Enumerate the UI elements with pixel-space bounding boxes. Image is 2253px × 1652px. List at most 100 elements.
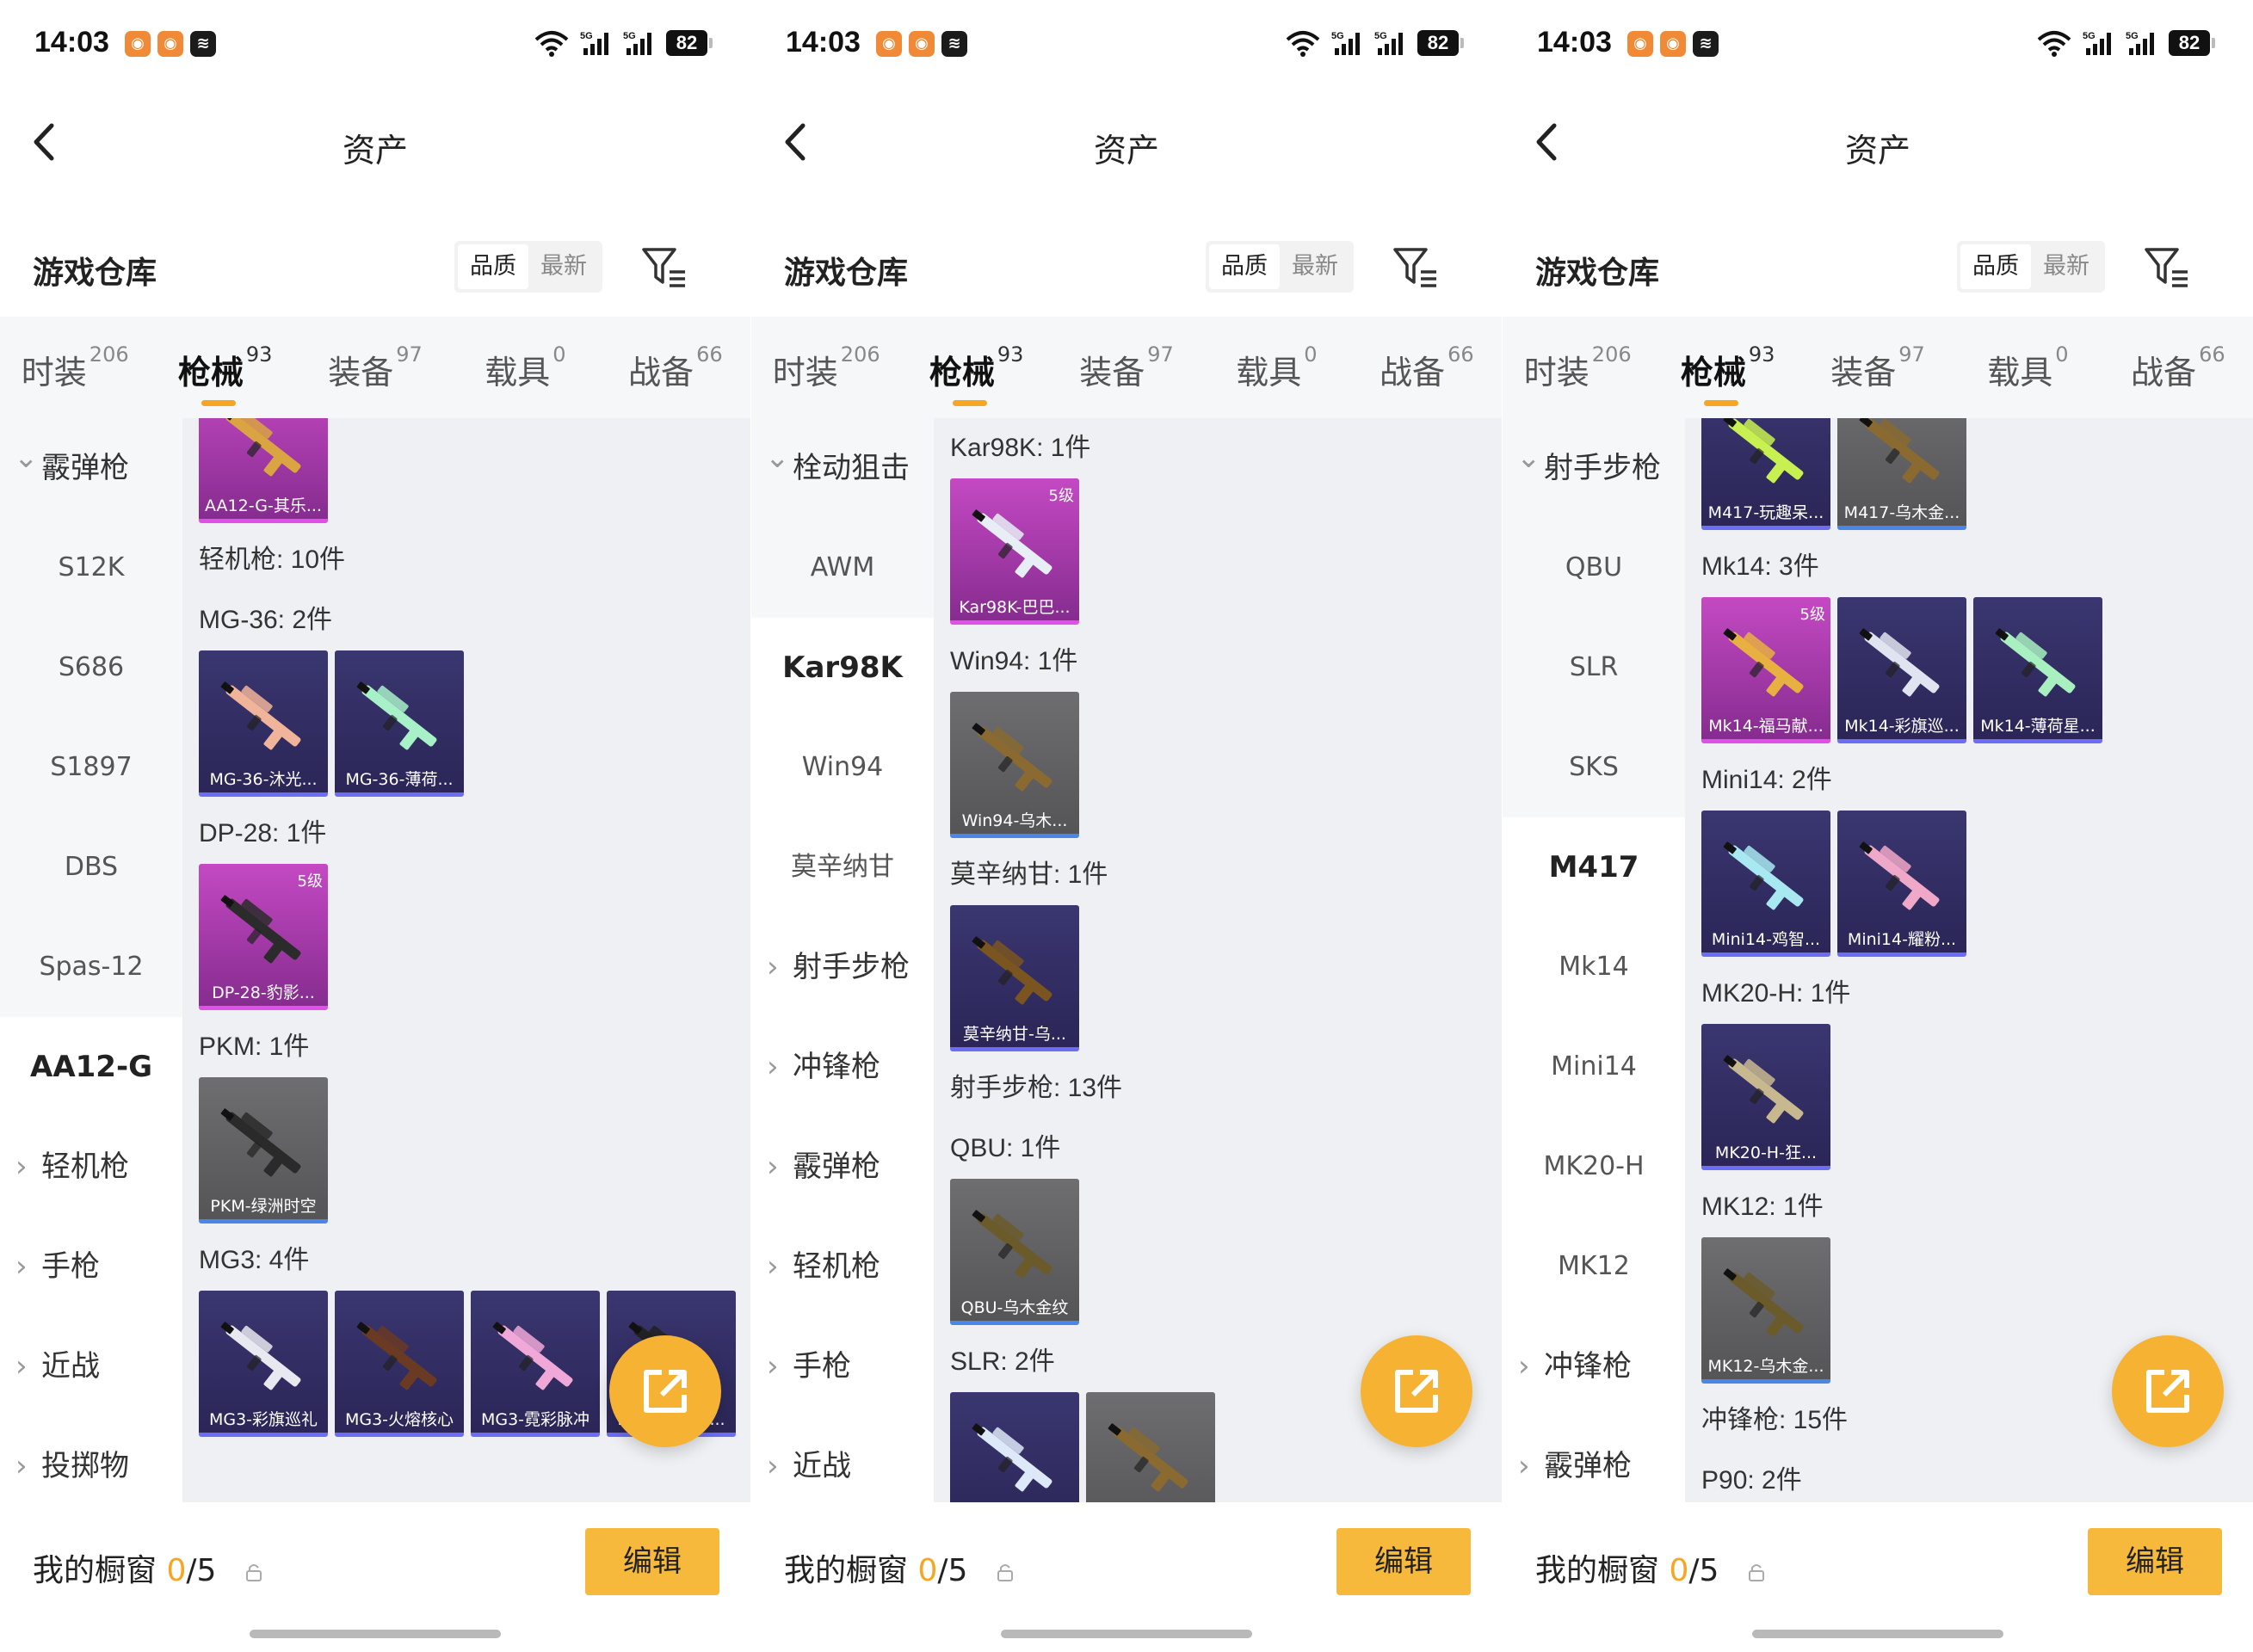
sidebar-item[interactable]: SLR (1503, 618, 1685, 718)
tab-3[interactable]: 载具 0 (450, 317, 600, 418)
weapon-card[interactable]: 莫辛纳甘-乌... (950, 905, 1079, 1051)
showcase-count: 0 (917, 1553, 938, 1588)
tab-4[interactable]: 战备 66 (2103, 317, 2253, 418)
sort-quality-button[interactable]: 品质 (1960, 244, 2031, 289)
sort-quality-button[interactable]: 品质 (458, 244, 528, 289)
weapon-card[interactable]: 5级 Mk14-福马献... (1701, 597, 1830, 743)
filter-icon[interactable] (640, 244, 688, 291)
sort-quality-button[interactable]: 品质 (1209, 244, 1280, 289)
tab-4[interactable]: 战备 66 (601, 317, 750, 418)
sidebar-item[interactable]: Mini14 (1503, 1017, 1685, 1117)
sidebar-item[interactable]: SKS (1503, 718, 1685, 817)
sidebar-group[interactable]: 霰弹枪 (0, 418, 182, 518)
sort-latest-button[interactable]: 最新 (1280, 244, 1350, 289)
weapon-card[interactable]: MK20-H-狂... (1701, 1024, 1830, 1170)
edit-button[interactable]: 编辑 (1336, 1528, 1471, 1595)
sidebar-item[interactable]: Spas-12 (0, 917, 182, 1017)
sidebar-group[interactable]: 霰弹枪 (1503, 1416, 1685, 1502)
sidebar-group[interactable]: 射手步枪 (1503, 418, 1685, 518)
sidebar-group[interactable]: 手枪 (751, 1316, 934, 1416)
share-button[interactable] (609, 1335, 721, 1447)
sidebar-item[interactable]: Win94 (751, 718, 934, 817)
sidebar-item[interactable]: S1897 (0, 718, 182, 817)
signal-5g-icon: 5G (2126, 31, 2154, 55)
sort-latest-button[interactable]: 最新 (528, 244, 599, 289)
weapon-card[interactable]: Win94-乌木... (950, 692, 1079, 838)
sidebar-item[interactable]: 莫辛纳甘 (751, 817, 934, 917)
tab-label: 战备 (1380, 354, 1446, 391)
weapon-card[interactable]: MG-36-沐光... (199, 650, 328, 797)
sidebar-group[interactable]: 手枪 (0, 1217, 182, 1316)
share-button[interactable] (2112, 1335, 2224, 1447)
edit-button[interactable]: 编辑 (585, 1528, 719, 1595)
weapon-card[interactable]: Mk14-彩旗巡... (1837, 597, 1966, 743)
share-button[interactable] (1361, 1335, 1472, 1447)
sidebar-item[interactable]: S686 (0, 618, 182, 718)
tab-1[interactable]: 枪械 93 (150, 317, 299, 418)
weapon-card[interactable]: MG3-火熔核心 (335, 1291, 464, 1437)
weapon-card[interactable]: MG3-霓彩脉冲 (471, 1291, 600, 1437)
weapon-name: MG-36-沐光... (209, 770, 318, 789)
tab-0[interactable]: 时装 206 (751, 317, 901, 418)
sidebar-item[interactable]: AA12-G (0, 1017, 182, 1117)
tab-0[interactable]: 时装 206 (0, 317, 150, 418)
sidebar-group[interactable]: 霰弹枪 (751, 1117, 934, 1217)
weapon-card[interactable]: Mk14-薄荷星... (1973, 597, 2102, 743)
filter-icon[interactable] (2143, 244, 2191, 291)
section-header: 游戏仓库 品质 最新 (751, 224, 1502, 310)
tab-2[interactable]: 装备 97 (300, 317, 450, 418)
weapon-card[interactable]: M417-玩趣呆... (1701, 418, 1830, 530)
sidebar-item[interactable]: Kar98K (751, 618, 934, 718)
tab-0[interactable]: 时装 206 (1503, 317, 1652, 418)
weapon-image (972, 509, 1052, 578)
weapon-card[interactable]: MG3-彩旗巡礼 (199, 1291, 328, 1437)
weapon-card[interactable]: PKM-绿洲时空 (199, 1077, 328, 1224)
weapon-card[interactable]: MG-36-薄荷... (335, 650, 464, 797)
tab-1[interactable]: 枪械 93 (1652, 317, 1802, 418)
weapon-card[interactable]: QBU-乌木金纹 (950, 1179, 1079, 1325)
sidebar-group[interactable]: 投掷物 (0, 1416, 182, 1502)
sidebar-group[interactable]: 近战 (0, 1316, 182, 1416)
tab-2[interactable]: 装备 97 (1052, 317, 1201, 418)
sidebar-item[interactable]: DBS (0, 817, 182, 917)
weapon-card[interactable] (950, 1392, 1079, 1502)
tab-3[interactable]: 载具 0 (1953, 317, 2102, 418)
sidebar-item[interactable]: MK20-H (1503, 1117, 1685, 1217)
sidebar-item[interactable]: Mk14 (1503, 917, 1685, 1017)
sidebar-item[interactable]: M417 (1503, 817, 1685, 917)
sidebar-group[interactable]: 轻机枪 (751, 1217, 934, 1316)
weapon-card[interactable]: M417-乌木金... (1837, 418, 1966, 530)
edit-button[interactable]: 编辑 (2088, 1528, 2222, 1595)
card-row: 莫辛纳甘-乌... (950, 905, 1501, 1051)
filter-icon[interactable] (1392, 244, 1440, 291)
sidebar-group[interactable]: 冲锋枪 (1503, 1316, 1685, 1416)
tab-3[interactable]: 载具 0 (1201, 317, 1351, 418)
sidebar-item[interactable]: QBU (1503, 518, 1685, 618)
weapon-name: DP-28-豹影... (212, 983, 315, 1002)
weapon-sidebar: 栓动狙击AWMKar98KWin94莫辛纳甘射手步枪冲锋枪霰弹枪轻机枪手枪近战 (751, 418, 934, 1502)
tab-1[interactable]: 枪械 93 (901, 317, 1051, 418)
sidebar-item[interactable]: MK12 (1503, 1217, 1685, 1316)
weapon-card[interactable]: Mini14-鸡智... (1701, 811, 1830, 957)
sort-latest-button[interactable]: 最新 (2031, 244, 2102, 289)
weapon-card[interactable]: Mini14-耀粉... (1837, 811, 1966, 957)
app-icon: ≋ (941, 31, 967, 57)
svg-text:5G: 5G (2126, 31, 2139, 41)
tab-4[interactable]: 战备 66 (1352, 317, 1502, 418)
sidebar-item[interactable]: AWM (751, 518, 934, 618)
weapon-card[interactable]: 5级AA12-G-其乐... (199, 418, 328, 523)
weapon-card[interactable]: MK12-乌木金... (1701, 1237, 1830, 1384)
sidebar-group[interactable]: 轻机枪 (0, 1117, 182, 1217)
weapon-card[interactable]: 5级 Kar98K-巴巴... (950, 478, 1079, 625)
sidebar-group[interactable]: 栓动狙击 (751, 418, 934, 518)
tab-count: 206 (1591, 342, 1632, 367)
sidebar-group[interactable]: 近战 (751, 1416, 934, 1502)
sidebar-item[interactable]: S12K (0, 518, 182, 618)
tab-count: 97 (1898, 342, 1925, 367)
sidebar-group[interactable]: 冲锋枪 (751, 1017, 934, 1117)
weapon-card[interactable]: 5级 DP-28-豹影... (199, 864, 328, 1010)
wifi-icon (2037, 31, 2071, 57)
weapon-card[interactable] (1086, 1392, 1215, 1502)
sidebar-group[interactable]: 射手步枪 (751, 917, 934, 1017)
tab-2[interactable]: 装备 97 (1803, 317, 1953, 418)
